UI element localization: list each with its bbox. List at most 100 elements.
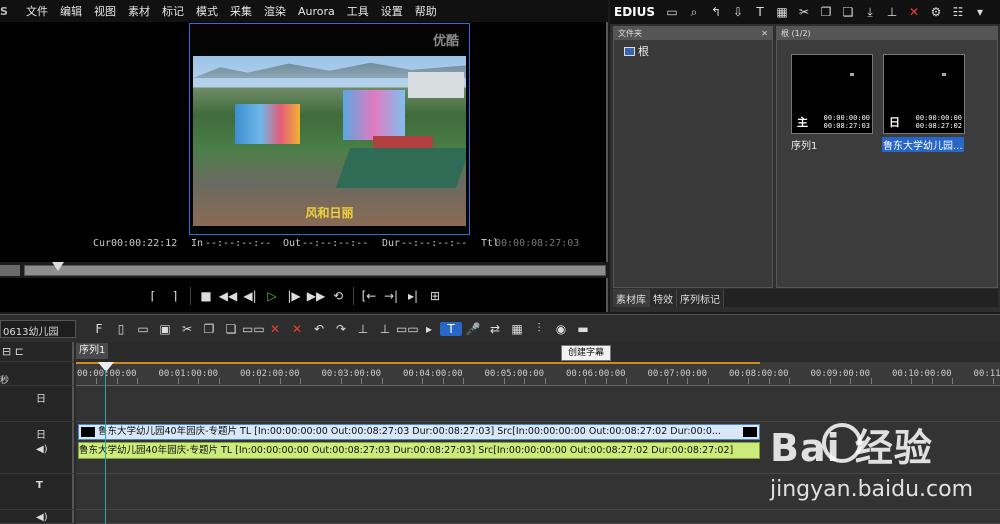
trim-icon[interactable]: ⊥ [881,5,903,19]
clip-thumbnail[interactable]: 日 00:00:00:00 00:08:27:02 [883,54,965,134]
set-transition-icon[interactable]: ▸ [418,322,440,336]
ruler-minor-tick [911,378,913,384]
audio-mixer-icon[interactable]: ⫶ [528,321,550,336]
color-correction-icon[interactable]: ◉ [550,322,572,336]
redo-icon[interactable]: ↷ [330,322,352,336]
menu-mode[interactable]: 模式 [190,3,224,19]
track-header-title[interactable]: T [0,474,74,510]
paste-icon[interactable]: ❏ [837,5,859,19]
sequence-glyph: 主 [797,116,808,129]
timeline-video-clip[interactable]: 鲁东大学幼儿园40年园庆-专题片 TL [In:00:00:00:00 Out:… [78,424,760,440]
cur-label: Cur [93,238,112,249]
menu-settings[interactable]: 设置 [375,3,409,19]
menu-file[interactable]: 文件 [20,3,54,19]
folder-root[interactable]: 根 [624,43,649,59]
step-back-icon[interactable]: ◀| [239,286,261,306]
menu-help[interactable]: 帮助 [409,3,443,19]
ripple-delete-icon[interactable]: ✕ [286,322,308,336]
menu-tools[interactable]: 工具 [341,3,375,19]
menu-capture[interactable]: 采集 [224,3,258,19]
output-icon[interactable]: ▬ [572,322,594,336]
playback-scrubber[interactable] [0,262,608,278]
step-forward-icon[interactable]: |▶ [283,286,305,306]
delete-icon[interactable]: ✕ [903,5,925,19]
close-icon[interactable]: ✕ [761,27,768,40]
track-header-va[interactable]: 日 ◀) [0,422,74,474]
ruler-tick-label: 00:04:00:00 [403,369,463,379]
folder-icon[interactable]: ▭ [661,5,683,19]
clip-label-selected[interactable]: 鲁东大学幼儿园... [882,137,964,152]
copy-icon[interactable]: ❐ [198,322,220,336]
video-track-icon: 日 [36,394,46,405]
timeline-ruler[interactable]: 00:00:00:00 00:01:00:00 00:02:00:00 00:03:0… [76,362,1000,386]
scrub-handle[interactable] [52,262,64,271]
cut-icon[interactable]: ✂ [793,5,815,19]
clip-thumbnail[interactable]: 主 00:00:00:00 00:08:27:03 [791,54,873,134]
mode-icon[interactable]: F [88,322,110,336]
set-out-icon[interactable]: ⌉ [164,286,186,306]
rewind-icon[interactable]: ◀◀ [217,286,239,306]
ruler-minor-tick [870,378,872,384]
add-to-timeline-icon[interactable]: ⤓ [859,5,881,20]
ruler-minor-tick [992,378,994,384]
cut-icon[interactable]: ✂ [176,322,198,336]
microphone-icon[interactable]: 🎤 [462,322,484,336]
insert-icon[interactable]: [← [358,286,380,306]
snap-icon[interactable]: ⊥ [374,322,396,336]
ruler-tick-label: 00:08:00:00 [729,369,789,379]
menu-edit[interactable]: 编辑 [54,3,88,19]
folder-pane: 文件夹 ✕ 根 [613,26,773,288]
menu-marker[interactable]: 标记 [156,3,190,19]
clip-label[interactable]: 序列1 [791,137,817,152]
menu-aurora[interactable]: Aurora [292,5,341,18]
view-mode-icon[interactable]: ☷ [947,5,969,19]
sync-icon[interactable]: ▭▭ [242,322,265,336]
play-icon[interactable]: ▷ [261,286,283,306]
timeline-audio-clip[interactable]: 鲁东大学幼儿园40年园庆-专题片 TL [In:00:00:00:00 Out:… [78,442,760,459]
tab-asset-library[interactable]: 素材库 [613,289,650,307]
set-in-icon[interactable]: ⌈ [142,286,164,306]
new-sequence-icon[interactable]: ▯ [110,322,132,336]
properties-icon[interactable]: ⚙ [925,5,947,19]
search-icon[interactable]: ⌕ [683,5,705,20]
add-cut-icon[interactable]: ⊥ [352,322,374,336]
loop-icon[interactable]: ⟲ [327,286,349,306]
scrub-track[interactable] [24,265,606,276]
open-icon[interactable]: ▭ [132,322,154,336]
fast-forward-icon[interactable]: ▶▶ [305,286,327,306]
sequence-name-field[interactable]: 0613幼儿园 [0,319,76,338]
stop-icon[interactable]: ■ [195,286,217,306]
more-icon[interactable]: ▾ [969,5,991,19]
sequence-tab[interactable]: 序列1 [76,343,108,359]
snap-toggle-icon[interactable]: ⊟ ⊏ [2,345,24,358]
paste-icon[interactable]: ❏ [220,322,242,336]
ruler-tick-label: 00:02:00:00 [240,369,300,379]
track-header-audio[interactable]: ◀) [0,510,74,524]
delete-icon[interactable]: ✕ [264,322,286,336]
multicam-icon[interactable]: ▦ [506,322,528,336]
track-header-v[interactable]: 日 [0,386,74,422]
create-title-icon[interactable]: T [440,321,462,336]
in-label: In [191,238,204,249]
copy-icon[interactable]: ❐ [815,5,837,19]
tab-effects[interactable]: 特效 [650,289,677,307]
save-icon[interactable]: ▣ [154,322,176,336]
tooltip-create-title: 创建字幕 [561,345,611,361]
menu-clip[interactable]: 素材 [122,3,156,19]
export-icon[interactable]: ⇄ [484,322,506,336]
undo-icon[interactable]: ↶ [308,322,330,336]
scale-label[interactable]: 秒 [0,373,9,386]
color-bars-icon[interactable]: ▦ [771,5,793,19]
folder-icon [624,46,635,56]
match-frame-icon[interactable]: ⊞ [424,286,446,306]
menu-render[interactable]: 渲染 [258,3,292,19]
add-clip-icon[interactable]: ⇩ [727,5,749,19]
playhead-handle[interactable] [98,362,114,372]
replace-icon[interactable]: ▸| [402,286,424,306]
up-folder-icon[interactable]: ↰ [705,5,727,19]
title-icon[interactable]: T [749,5,771,19]
menu-view[interactable]: 视图 [88,3,122,19]
overwrite-icon[interactable]: →| [380,286,402,306]
tab-sequence-markers[interactable]: 序列标记 [677,289,724,307]
transition-icon[interactable]: ▭▭ [396,322,419,336]
